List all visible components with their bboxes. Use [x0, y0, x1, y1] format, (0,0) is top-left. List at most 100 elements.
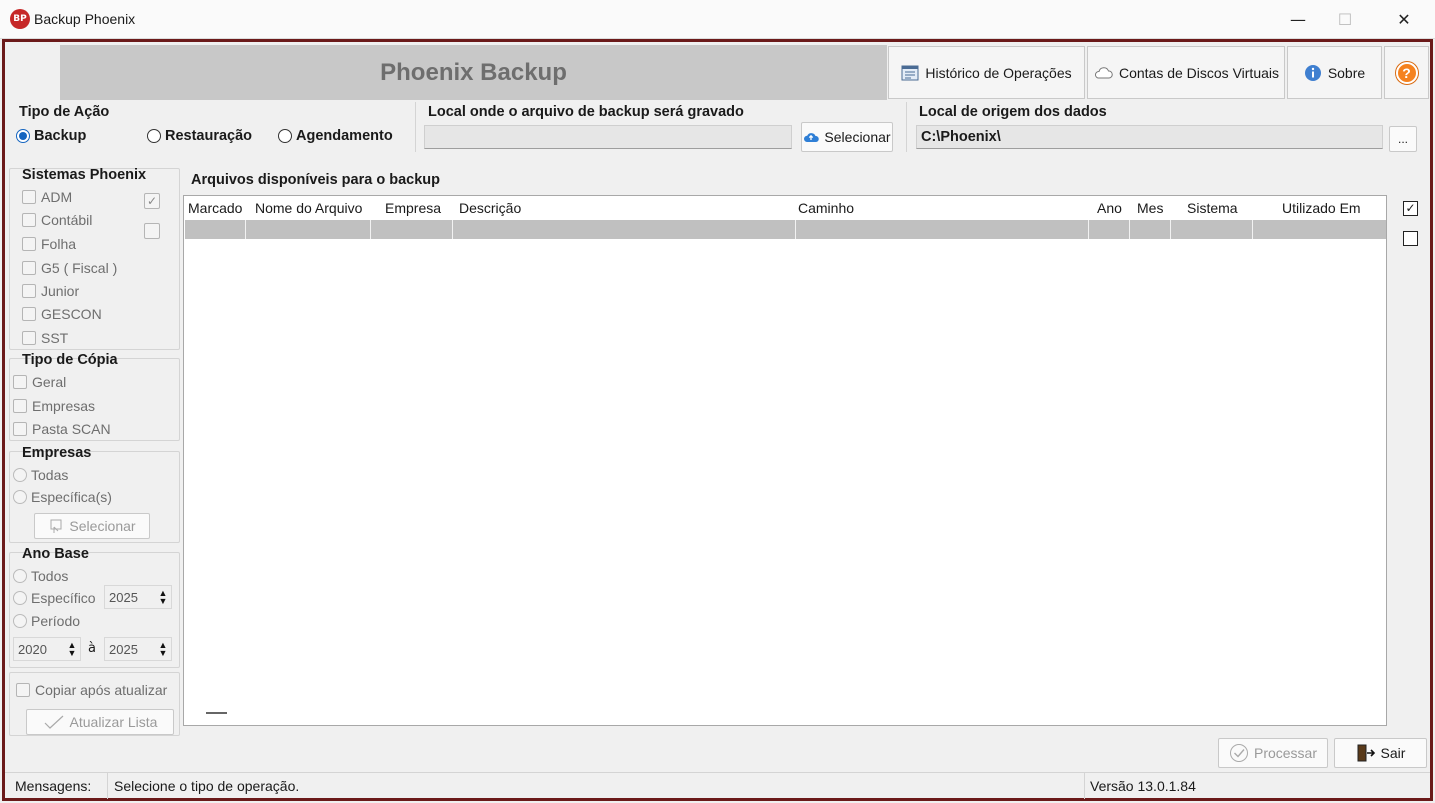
- selecionar-empresas-button[interactable]: Selecionar: [34, 513, 150, 539]
- browse-origem-button[interactable]: ...: [1389, 126, 1417, 152]
- sair-button[interactable]: Sair: [1334, 738, 1427, 768]
- checkbox[interactable]: [13, 399, 27, 413]
- sistema-contabil[interactable]: Contábil: [22, 212, 92, 228]
- radio-agendamento-indicator[interactable]: [278, 129, 292, 143]
- processar-icon: [1229, 744, 1248, 762]
- radio[interactable]: [13, 468, 27, 482]
- col-mes[interactable]: Mes: [1137, 200, 1163, 216]
- local-destino-title: Local onde o arquivo de backup será grav…: [428, 104, 744, 120]
- maximize-button[interactable]: ☐: [1322, 0, 1368, 39]
- radio-agendamento[interactable]: Agendamento: [278, 128, 393, 144]
- sistema-label: Junior: [41, 283, 80, 299]
- checkbox[interactable]: [22, 331, 36, 345]
- copia-label: Empresas: [32, 398, 96, 414]
- radio-restauracao[interactable]: Restauração: [147, 128, 252, 144]
- periodo-separator: à: [88, 641, 96, 656]
- col-caminho[interactable]: Caminho: [798, 200, 854, 216]
- local-origem-field[interactable]: C:\Phoenix\: [916, 125, 1383, 149]
- atualizar-lista-button[interactable]: Atualizar Lista: [26, 709, 174, 735]
- exit-door-icon: [1357, 744, 1375, 762]
- radio[interactable]: [13, 569, 27, 583]
- ano-especifico-spinner[interactable]: 2025 ▲ ▼: [104, 585, 172, 609]
- scrollbar-thumb[interactable]: [206, 712, 227, 714]
- uncheck-all-checkbox[interactable]: [1403, 231, 1418, 246]
- local-destino-field[interactable]: [424, 125, 792, 149]
- sistema-folha[interactable]: Folha: [22, 236, 76, 252]
- spinner-arrows-icon[interactable]: ▲ ▼: [67, 641, 77, 658]
- sobre-label: Sobre: [1327, 64, 1366, 81]
- sistema-label: GESCON: [41, 306, 102, 322]
- select-icon: [50, 519, 62, 533]
- col-ano[interactable]: Ano: [1097, 200, 1122, 216]
- help-button[interactable]: ?: [1384, 46, 1429, 99]
- radio-backup[interactable]: Backup: [16, 128, 86, 144]
- select-all-sistemas-checkbox[interactable]: ✓: [144, 193, 160, 209]
- cloud-icon: [1094, 66, 1113, 78]
- empresas-title: Empresas: [22, 445, 92, 461]
- radio-restauracao-indicator[interactable]: [147, 129, 161, 143]
- checkbox[interactable]: [22, 261, 36, 275]
- check-icon: [44, 715, 63, 729]
- table-row[interactable]: [185, 220, 1386, 239]
- col-empresa[interactable]: Empresa: [385, 200, 441, 216]
- historico-label: Histórico de Operações: [925, 64, 1072, 81]
- sistema-sst[interactable]: SST: [22, 330, 68, 346]
- close-button[interactable]: ✕: [1381, 0, 1427, 39]
- radio-label: Específico: [31, 590, 96, 606]
- radio[interactable]: [13, 614, 27, 628]
- spinner-arrows-icon[interactable]: ▲ ▼: [158, 589, 168, 606]
- version-label: Versão 13.0.1.84: [1090, 778, 1196, 794]
- spinner-arrows-icon[interactable]: ▲ ▼: [158, 641, 168, 658]
- ano-especifico[interactable]: Específico: [13, 590, 96, 606]
- sistema-adm[interactable]: ADM: [22, 189, 72, 205]
- empresas-todas[interactable]: Todas: [13, 467, 68, 483]
- sistema-label: Folha: [41, 236, 77, 252]
- copia-pasta-scan[interactable]: Pasta SCAN: [13, 421, 111, 437]
- sistema-label: SST: [41, 330, 69, 346]
- processar-button[interactable]: Processar: [1218, 738, 1328, 768]
- checkbox[interactable]: [22, 284, 36, 298]
- browse-origem-label: ...: [1397, 132, 1408, 146]
- copia-geral[interactable]: Geral: [13, 374, 66, 390]
- copiar-apos-atualizar[interactable]: Copiar após atualizar: [16, 682, 167, 698]
- empresas-especificas[interactable]: Específica(s): [13, 489, 112, 505]
- select-none-sistemas-checkbox[interactable]: [144, 223, 160, 239]
- checkbox[interactable]: [22, 307, 36, 321]
- checkbox[interactable]: [16, 683, 30, 697]
- radio-label: Período: [31, 613, 81, 629]
- check-all-checkbox[interactable]: ✓: [1403, 201, 1418, 216]
- sobre-button[interactable]: Sobre: [1287, 46, 1382, 99]
- col-descricao[interactable]: Descrição: [459, 200, 521, 216]
- checkbox[interactable]: [13, 422, 27, 436]
- historico-button[interactable]: Histórico de Operações: [888, 46, 1085, 99]
- arquivos-grid[interactable]: Marcado Nome do Arquivo Empresa Descriçã…: [183, 195, 1387, 726]
- close-icon: ✕: [1397, 10, 1411, 29]
- radio[interactable]: [13, 591, 27, 605]
- radio-backup-indicator[interactable]: [16, 129, 30, 143]
- copia-label: Pasta SCAN: [32, 421, 111, 437]
- sistema-junior[interactable]: Junior: [22, 283, 79, 299]
- col-nome-arquivo[interactable]: Nome do Arquivo: [255, 200, 362, 216]
- col-marcado[interactable]: Marcado: [188, 200, 242, 216]
- radio-label: Específica(s): [31, 489, 112, 505]
- radio[interactable]: [13, 490, 27, 504]
- sistema-g5[interactable]: G5 ( Fiscal ): [22, 260, 117, 276]
- minimize-button[interactable]: —: [1275, 0, 1321, 39]
- checkbox[interactable]: [22, 190, 36, 204]
- col-utilizado-em[interactable]: Utilizado Em: [1282, 200, 1361, 216]
- contas-button[interactable]: Contas de Discos Virtuais: [1087, 46, 1285, 99]
- copia-empresas[interactable]: Empresas: [13, 398, 95, 414]
- ano-periodo[interactable]: Período: [13, 613, 80, 629]
- empresas-panel: Empresas Todas Específica(s) Selecionar: [9, 445, 180, 543]
- sistema-gescon[interactable]: GESCON: [22, 306, 102, 322]
- radio-backup-label: Backup: [34, 128, 87, 144]
- selecionar-destino-button[interactable]: Selecionar: [801, 122, 893, 152]
- checkbox[interactable]: [22, 213, 36, 227]
- col-sistema[interactable]: Sistema: [1187, 200, 1238, 216]
- ano-base-panel: Ano Base Todos Específico Período 2025 ▲ ▼…: [9, 546, 180, 668]
- checkbox[interactable]: [22, 237, 36, 251]
- ano-ate-spinner[interactable]: 2025 ▲ ▼: [104, 637, 172, 661]
- checkbox[interactable]: [13, 375, 27, 389]
- ano-todos[interactable]: Todos: [13, 568, 68, 584]
- ano-de-spinner[interactable]: 2020 ▲ ▼: [13, 637, 81, 661]
